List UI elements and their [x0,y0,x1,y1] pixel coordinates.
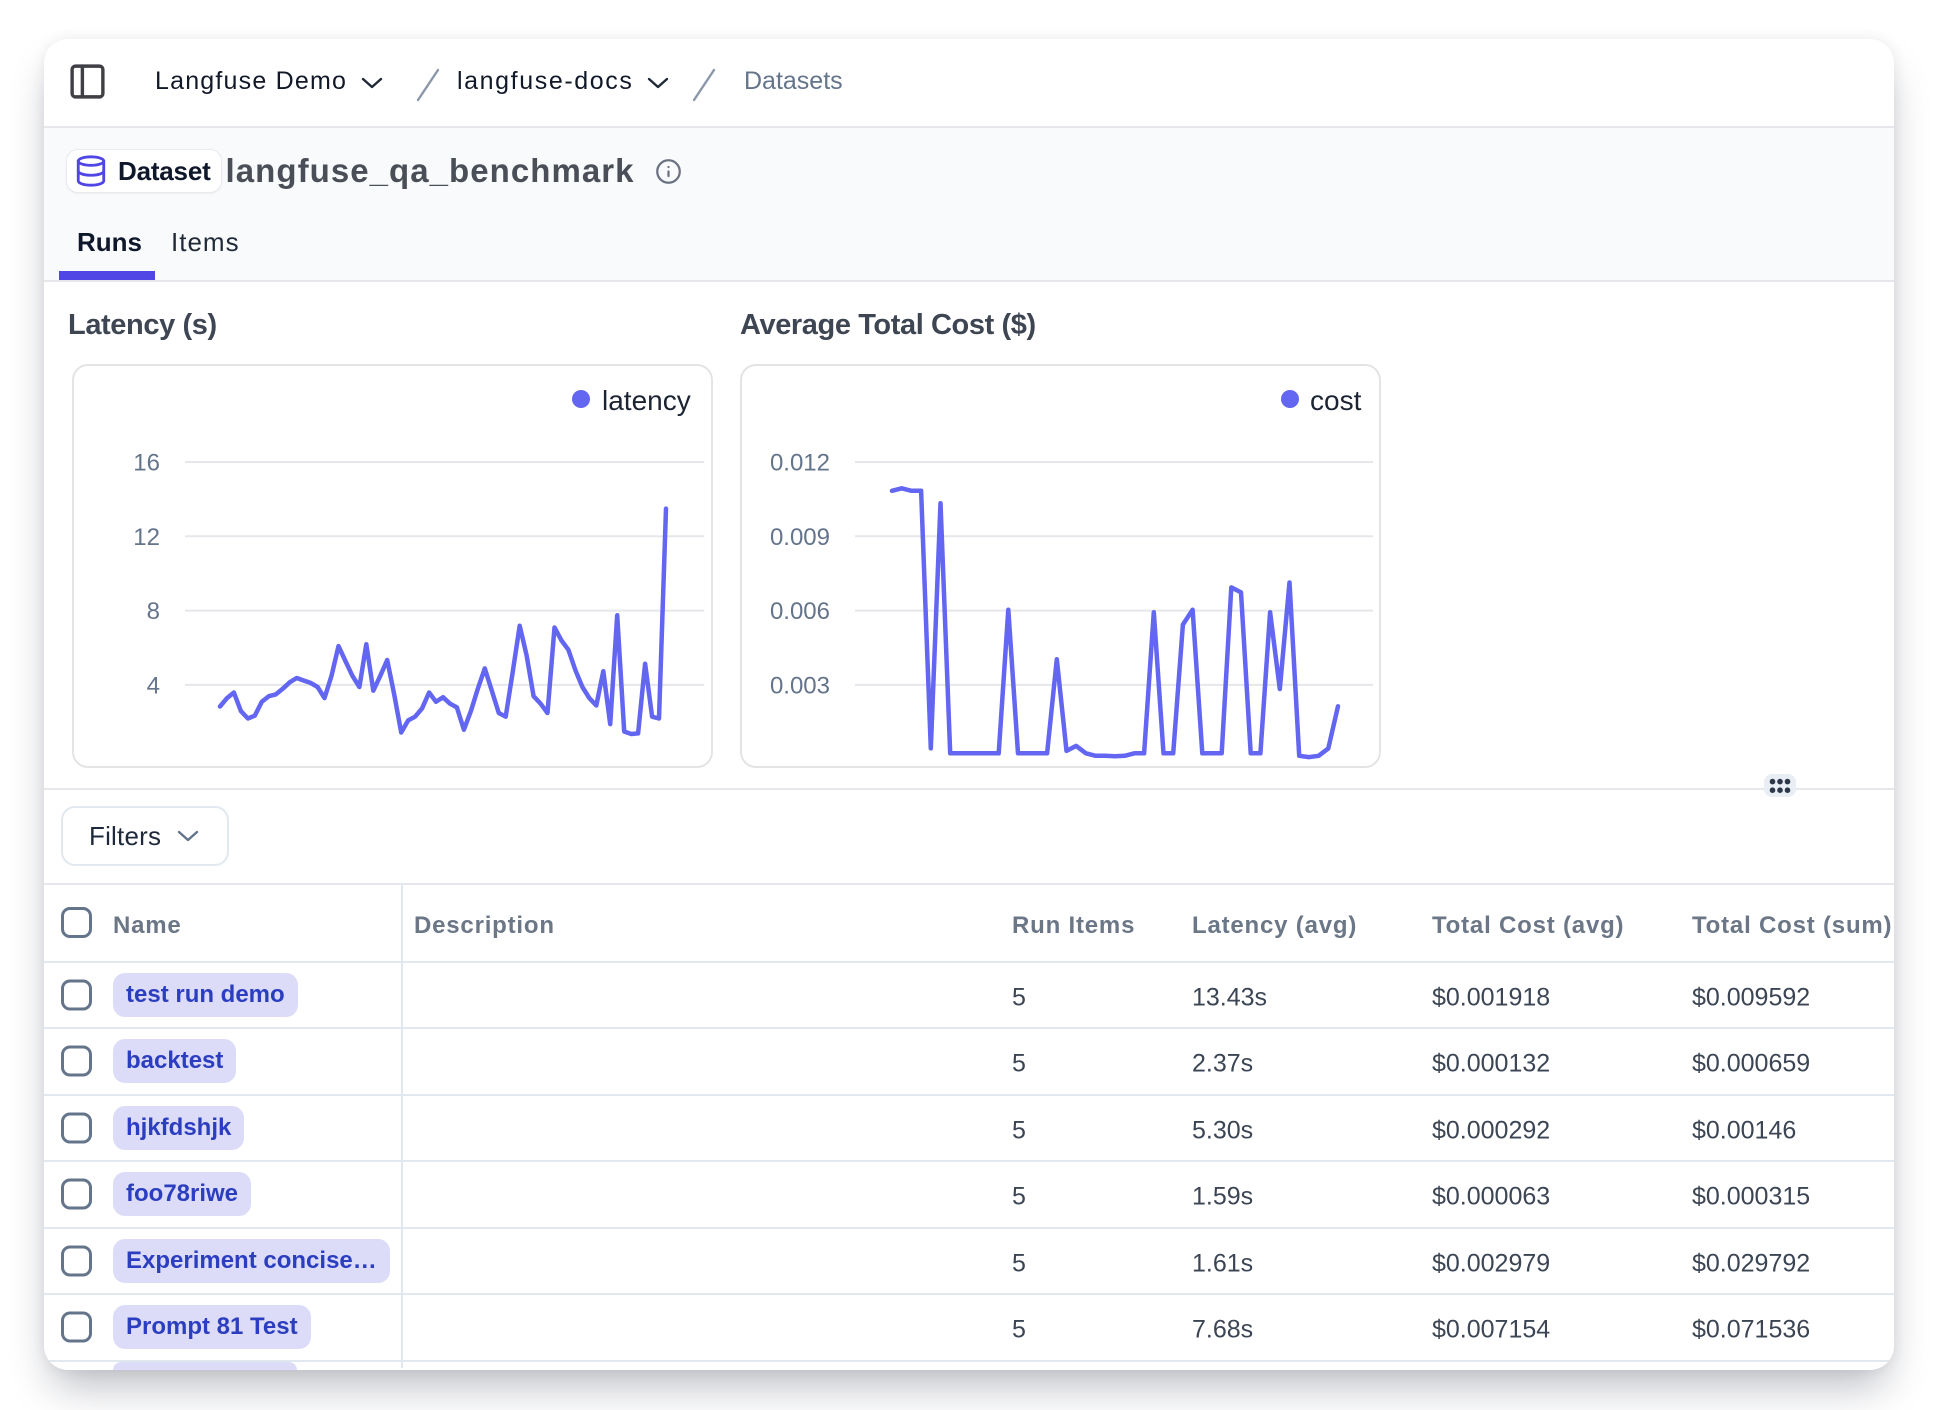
svg-text:0.003: 0.003 [770,672,830,699]
svg-text:8: 8 [147,598,160,625]
svg-text:0.012: 0.012 [770,450,830,477]
svg-text:4: 4 [147,672,160,699]
svg-text:0.009: 0.009 [770,524,830,551]
svg-text:0.006: 0.006 [770,598,830,625]
svg-text:latency: latency [602,385,691,416]
svg-text:cost: cost [1310,385,1362,416]
svg-text:12: 12 [133,524,160,551]
svg-text:16: 16 [133,450,160,477]
